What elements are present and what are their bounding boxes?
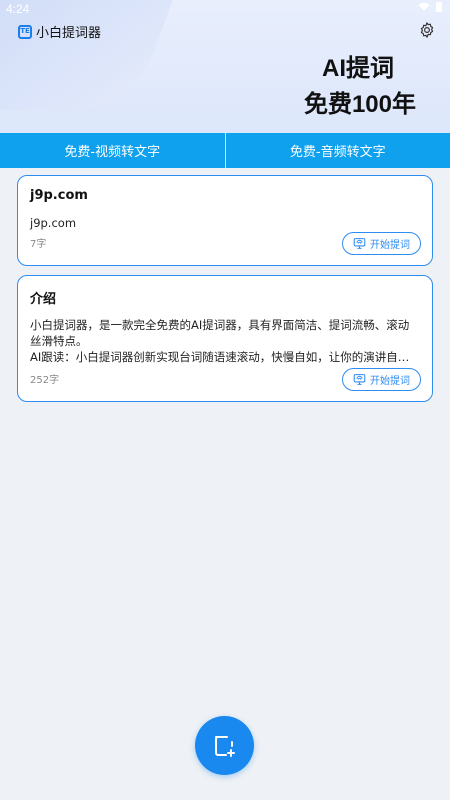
card-body-line: 小白提词器，是一款完全免费的AI提词器，具有界面简洁、提词流畅、滚动 — [30, 318, 410, 332]
add-script-fab[interactable] — [195, 716, 254, 775]
card-body-line: j9p.com — [30, 216, 77, 230]
card-body-line: 丝滑特点。 — [30, 334, 88, 348]
tab-video-to-text[interactable]: 免费-视频转文字 — [0, 133, 225, 168]
card-title: 介绍 — [30, 292, 57, 307]
start-prompt-label: 开始提词 — [370, 376, 410, 387]
app-title: 小白提词器 — [36, 26, 102, 41]
card-body: j9p.com — [30, 215, 420, 231]
start-prompt-button[interactable]: 开始提词 — [342, 368, 421, 391]
status-time: 4:24 — [6, 2, 30, 16]
start-prompt-button[interactable]: 开始提词 — [342, 232, 421, 255]
start-prompt-label: 开始提词 — [370, 240, 410, 251]
tab-divider — [224, 133, 226, 168]
script-card[interactable]: 介绍 小白提词器，是一款完全免费的AI提词器，具有界面简洁、提词流畅、滚动 丝滑… — [17, 275, 433, 402]
header: 4:24 TE 小白提词器 AI提词 免费100年 — [0, 0, 450, 133]
card-word-count: 7字 — [30, 239, 47, 250]
script-card[interactable]: j9p.com j9p.com 7字 开始提词 — [17, 175, 433, 266]
card-title: j9p.com — [30, 188, 88, 203]
status-icons — [418, 2, 442, 12]
gear-icon[interactable] — [418, 21, 436, 39]
hero-title: AI提词 — [322, 55, 394, 82]
card-body-line: AI跟读：小白提词器创新实现台词随语速滚动，快慢自如，让你的演讲自然... — [30, 350, 420, 364]
app-logo-icon: TE — [18, 24, 32, 39]
app-title-row: TE 小白提词器 — [18, 22, 101, 41]
tab-bar: 免费-视频转文字 免费-音频转文字 — [0, 133, 450, 168]
card-word-count: 252字 — [30, 375, 60, 386]
prompt-screen-icon — [353, 238, 366, 249]
add-document-icon — [214, 735, 235, 757]
battery-icon — [436, 2, 442, 12]
prompt-screen-icon — [353, 374, 366, 385]
card-body: 小白提词器，是一款完全免费的AI提词器，具有界面简洁、提词流畅、滚动 丝滑特点。… — [30, 317, 420, 365]
status-bar: 4:24 — [0, 0, 450, 18]
tab-audio-to-text[interactable]: 免费-音频转文字 — [226, 133, 450, 168]
wifi-icon — [418, 2, 430, 11]
hero-subtitle: 免费100年 — [303, 91, 416, 118]
